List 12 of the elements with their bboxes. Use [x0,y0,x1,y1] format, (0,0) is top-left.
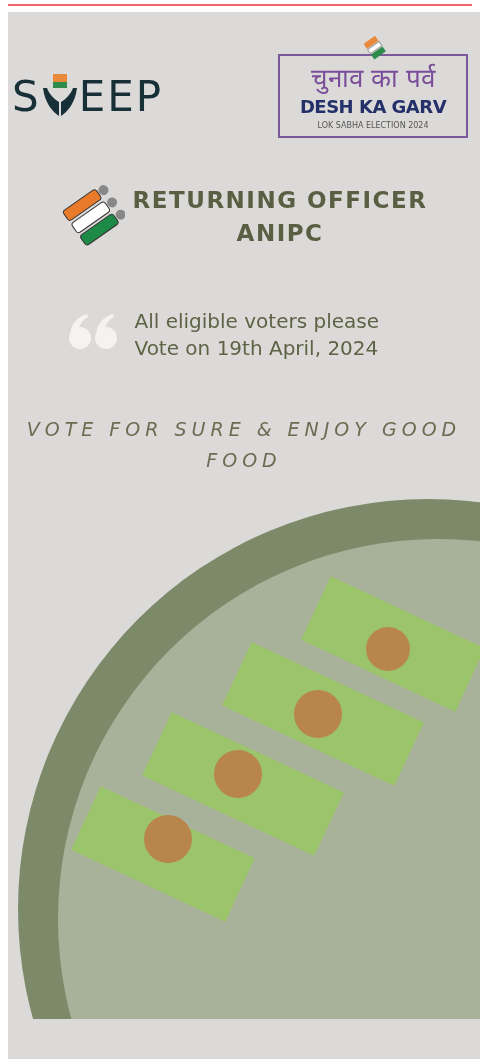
slogan: VOTE FOR SURE & ENJOY GOOD FOOD [25,417,463,473]
logo-subtitle: LOK SABHA ELECTION 2024 [316,119,430,132]
hands-ballot-icon [40,73,79,118]
officer-title: RETURNING OFFICER [132,185,428,215]
logo-text: S [12,75,41,118]
logo-text: EEP [78,75,164,118]
quote-icon [68,314,119,351]
logo-title: DESH KA GARV [298,94,448,119]
quote-text: All eligible voters please Vote on 19th April, 2024 [134,308,380,363]
ballot-icon [364,36,386,60]
hindi-title: चुनाव का पर्व [309,64,437,93]
officer-title: ANIPC [235,218,325,248]
